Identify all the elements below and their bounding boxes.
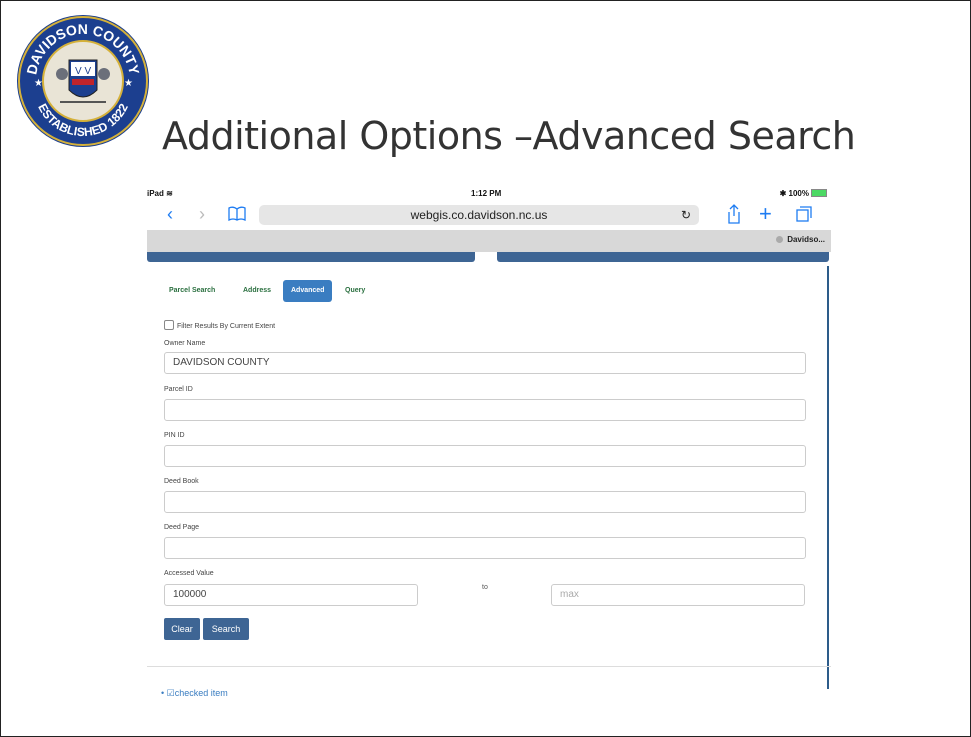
share-icon[interactable]	[727, 204, 741, 224]
ipad-screenshot: iPad ≋ 1:12 PM ✱ 100% ‹ › webgis.co.davi…	[147, 186, 831, 701]
new-tab-icon[interactable]: +	[759, 203, 772, 225]
ios-status-bar: iPad ≋ 1:12 PM ✱ 100%	[147, 186, 831, 202]
parcel-id-field[interactable]	[164, 399, 806, 421]
filter-extent-checkbox[interactable]	[164, 320, 174, 330]
accessed-value-max-field[interactable]: max	[551, 584, 805, 606]
parcel-id-label: Parcel ID	[164, 386, 193, 393]
bookmarks-icon[interactable]	[227, 206, 247, 222]
section-divider	[147, 666, 831, 667]
svg-text:★: ★	[34, 78, 43, 89]
tab-close-icon[interactable]	[776, 236, 784, 243]
range-to-label: to	[482, 584, 488, 591]
browser-tab[interactable]: Davidso...	[776, 235, 825, 244]
main-menu-button[interactable]	[147, 252, 475, 262]
battery-percent: 100%	[788, 189, 809, 198]
accessed-value-min-field[interactable]: 100000	[164, 584, 418, 606]
url-text: webgis.co.davidson.nc.us	[410, 208, 548, 222]
search-button[interactable]: Search	[203, 618, 249, 640]
deed-book-field[interactable]	[164, 491, 806, 513]
wifi-icon: ≋	[166, 189, 173, 198]
accessed-value-label: Accessed Value	[164, 570, 214, 577]
pin-id-label: PIN ID	[164, 432, 185, 439]
svg-text:V V: V V	[75, 66, 91, 77]
device-label: iPad	[147, 189, 164, 198]
bullet-icon: •	[161, 688, 165, 698]
bluetooth-icon: ✱	[779, 189, 787, 198]
status-time: 1:12 PM	[471, 189, 502, 198]
deed-book-label: Deed Book	[164, 478, 199, 485]
checkbox-checked-icon: ☑	[166, 688, 175, 698]
browser-tab-strip: Davidso...	[147, 230, 831, 252]
battery-icon	[811, 189, 827, 197]
reload-icon[interactable]: ↻	[681, 205, 691, 225]
panel-border	[827, 266, 829, 689]
tab-address[interactable]: Address	[235, 280, 279, 302]
filter-extent-label: Filter Results By Current Extent	[177, 323, 276, 330]
filter-extent-checkbox-row[interactable]: Filter Results By Current Extent	[164, 320, 275, 330]
tab-parcel-search[interactable]: Parcel Search	[161, 280, 223, 302]
tab-advanced[interactable]: Advanced	[283, 280, 333, 302]
back-arrow-icon[interactable]: ‹	[167, 204, 173, 224]
pin-id-field[interactable]	[164, 445, 806, 467]
county-seal-logo: DAVIDSON COUNTY ESTABLISHED 1822 ★ ★ V V	[17, 15, 149, 147]
svg-text:★: ★	[124, 78, 133, 89]
slide-title: Additional Options –Advanced Search	[162, 114, 856, 158]
checked-item-link[interactable]: • ☑checked item	[161, 688, 228, 699]
owner-name-field[interactable]: DAVIDSON COUNTY	[164, 352, 806, 374]
clear-button[interactable]: Clear	[164, 618, 200, 640]
safari-toolbar: ‹ › webgis.co.davidson.nc.us ↻ +	[147, 202, 831, 228]
forward-arrow-icon[interactable]: ›	[199, 204, 205, 224]
deed-page-field[interactable]	[164, 537, 806, 559]
tabs-overview-icon[interactable]	[795, 205, 813, 223]
tab-query[interactable]: Query	[337, 280, 373, 302]
owner-name-label: Owner Name	[164, 340, 206, 347]
back-to-map-button[interactable]	[497, 252, 829, 262]
address-bar[interactable]: webgis.co.davidson.nc.us ↻	[259, 205, 699, 225]
deed-page-label: Deed Page	[164, 524, 200, 531]
